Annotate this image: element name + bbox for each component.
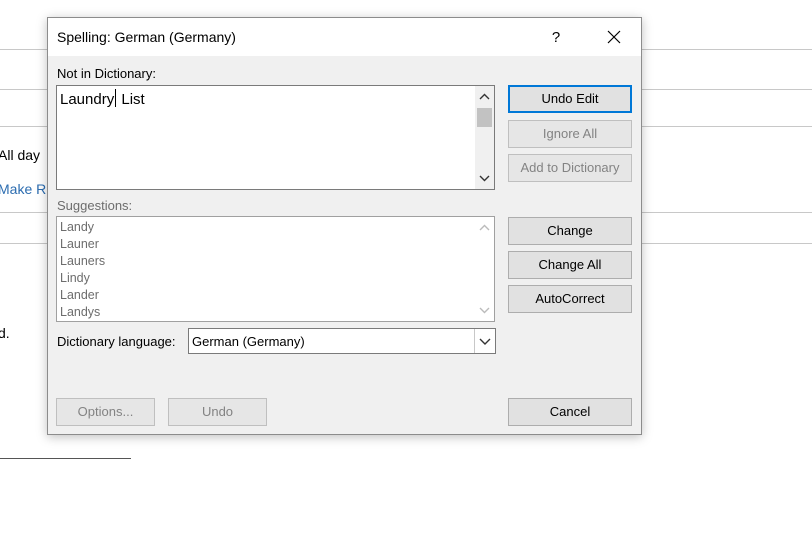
body-text: d.: [0, 325, 10, 341]
flagged-word: Laundry: [60, 91, 115, 108]
remaining-text: List: [117, 91, 145, 108]
dialog-title: Spelling: German (Germany): [57, 29, 236, 45]
change-button[interactable]: Change: [508, 217, 632, 245]
suggestion-item[interactable]: Landy: [60, 220, 94, 234]
scrollbar-thumb[interactable]: [477, 108, 492, 127]
not-in-dictionary-textbox[interactable]: Laundry List: [56, 85, 495, 190]
suggestion-item[interactable]: Lindy: [60, 271, 90, 285]
make-link[interactable]: Make R: [0, 181, 46, 197]
undo-button[interactable]: Undo: [168, 398, 267, 426]
chevron-up-icon[interactable]: [478, 221, 491, 234]
bg-underline: [0, 458, 131, 459]
suggestions-label: Suggestions:: [57, 198, 133, 213]
close-icon: [607, 30, 621, 44]
dictionary-language-value: German (Germany): [192, 334, 305, 349]
spelling-dialog: Spelling: German (Germany) ? Not in Dict…: [47, 17, 642, 435]
textbox-scrollbar[interactable]: [475, 86, 494, 189]
dropdown-button[interactable]: [474, 329, 495, 353]
help-button[interactable]: ?: [545, 27, 567, 49]
all-day-label[interactable]: All day: [0, 147, 40, 163]
add-to-dictionary-button[interactable]: Add to Dictionary: [508, 154, 632, 182]
suggestion-item[interactable]: Launer: [60, 237, 99, 251]
suggestion-item[interactable]: Landys: [60, 305, 100, 319]
ignore-all-button[interactable]: Ignore All: [508, 120, 632, 148]
suggestion-item[interactable]: Launers: [60, 254, 105, 268]
chevron-down-icon: [479, 338, 491, 345]
options-button[interactable]: Options...: [56, 398, 155, 426]
close-button[interactable]: [595, 23, 633, 51]
suggestions-list[interactable]: Landy Launer Launers Lindy Lander Landys: [56, 216, 495, 322]
dialog-titlebar: Spelling: German (Germany) ?: [48, 18, 641, 56]
dictionary-language-select[interactable]: German (Germany): [188, 328, 496, 354]
chevron-up-icon[interactable]: [478, 90, 491, 103]
dictionary-language-label: Dictionary language:: [57, 334, 176, 349]
cancel-button[interactable]: Cancel: [508, 398, 632, 426]
autocorrect-button[interactable]: AutoCorrect: [508, 285, 632, 313]
chevron-down-icon[interactable]: [478, 304, 491, 317]
chevron-down-icon[interactable]: [478, 172, 491, 185]
undo-edit-button[interactable]: Undo Edit: [508, 85, 632, 113]
suggestion-item[interactable]: Lander: [60, 288, 99, 302]
suggestions-scrollbar[interactable]: [475, 217, 494, 321]
change-all-button[interactable]: Change All: [508, 251, 632, 279]
not-in-dictionary-label: Not in Dictionary:: [57, 66, 156, 81]
